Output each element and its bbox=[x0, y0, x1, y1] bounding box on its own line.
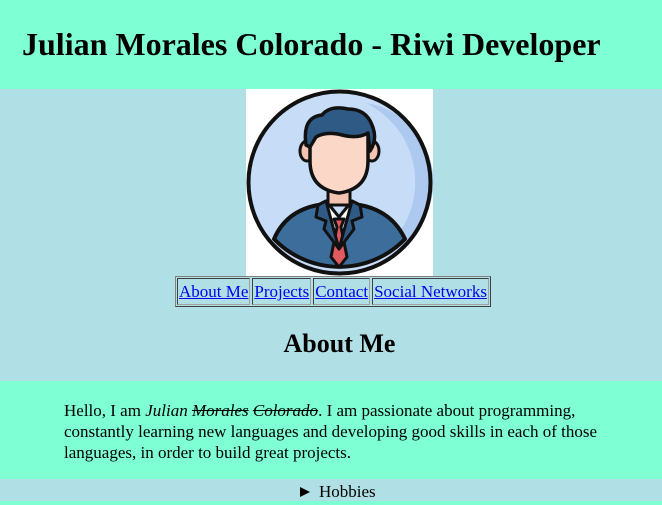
nav-link-contact[interactable]: Contact bbox=[313, 278, 371, 305]
first-name: Julian bbox=[145, 401, 188, 420]
last-name: Colorado bbox=[252, 401, 319, 420]
about-intro: Hello, I am bbox=[64, 401, 141, 420]
bottom-strip bbox=[0, 501, 662, 505]
page-title: Julian Morales Colorado - Riwi Developer bbox=[22, 26, 601, 62]
nav-link-projects[interactable]: Projects bbox=[252, 278, 312, 305]
about-section: Hello, I am Julian Morales Colorado. I a… bbox=[0, 381, 662, 479]
about-paragraph: Hello, I am Julian Morales Colorado. I a… bbox=[64, 400, 636, 463]
hobbies-summary: Hobbies bbox=[319, 482, 376, 501]
nav-link-social-networks[interactable]: Social Networks bbox=[372, 278, 489, 305]
about-heading: About Me bbox=[283, 329, 396, 358]
middle-name: Morales bbox=[191, 401, 249, 420]
page-header: Julian Morales Colorado - Riwi Developer bbox=[0, 0, 662, 89]
main-nav: About Me Projects Contact Social Network… bbox=[175, 276, 491, 307]
nav-link-about-me[interactable]: About Me bbox=[177, 278, 251, 305]
hobbies-toggle[interactable]: Hobbies bbox=[300, 481, 376, 502]
disclosure-triangle-icon bbox=[300, 486, 310, 497]
profile-avatar bbox=[246, 89, 433, 276]
developer-avatar-icon bbox=[246, 89, 433, 276]
about-text: . I am passionate about programming, con… bbox=[64, 401, 598, 462]
